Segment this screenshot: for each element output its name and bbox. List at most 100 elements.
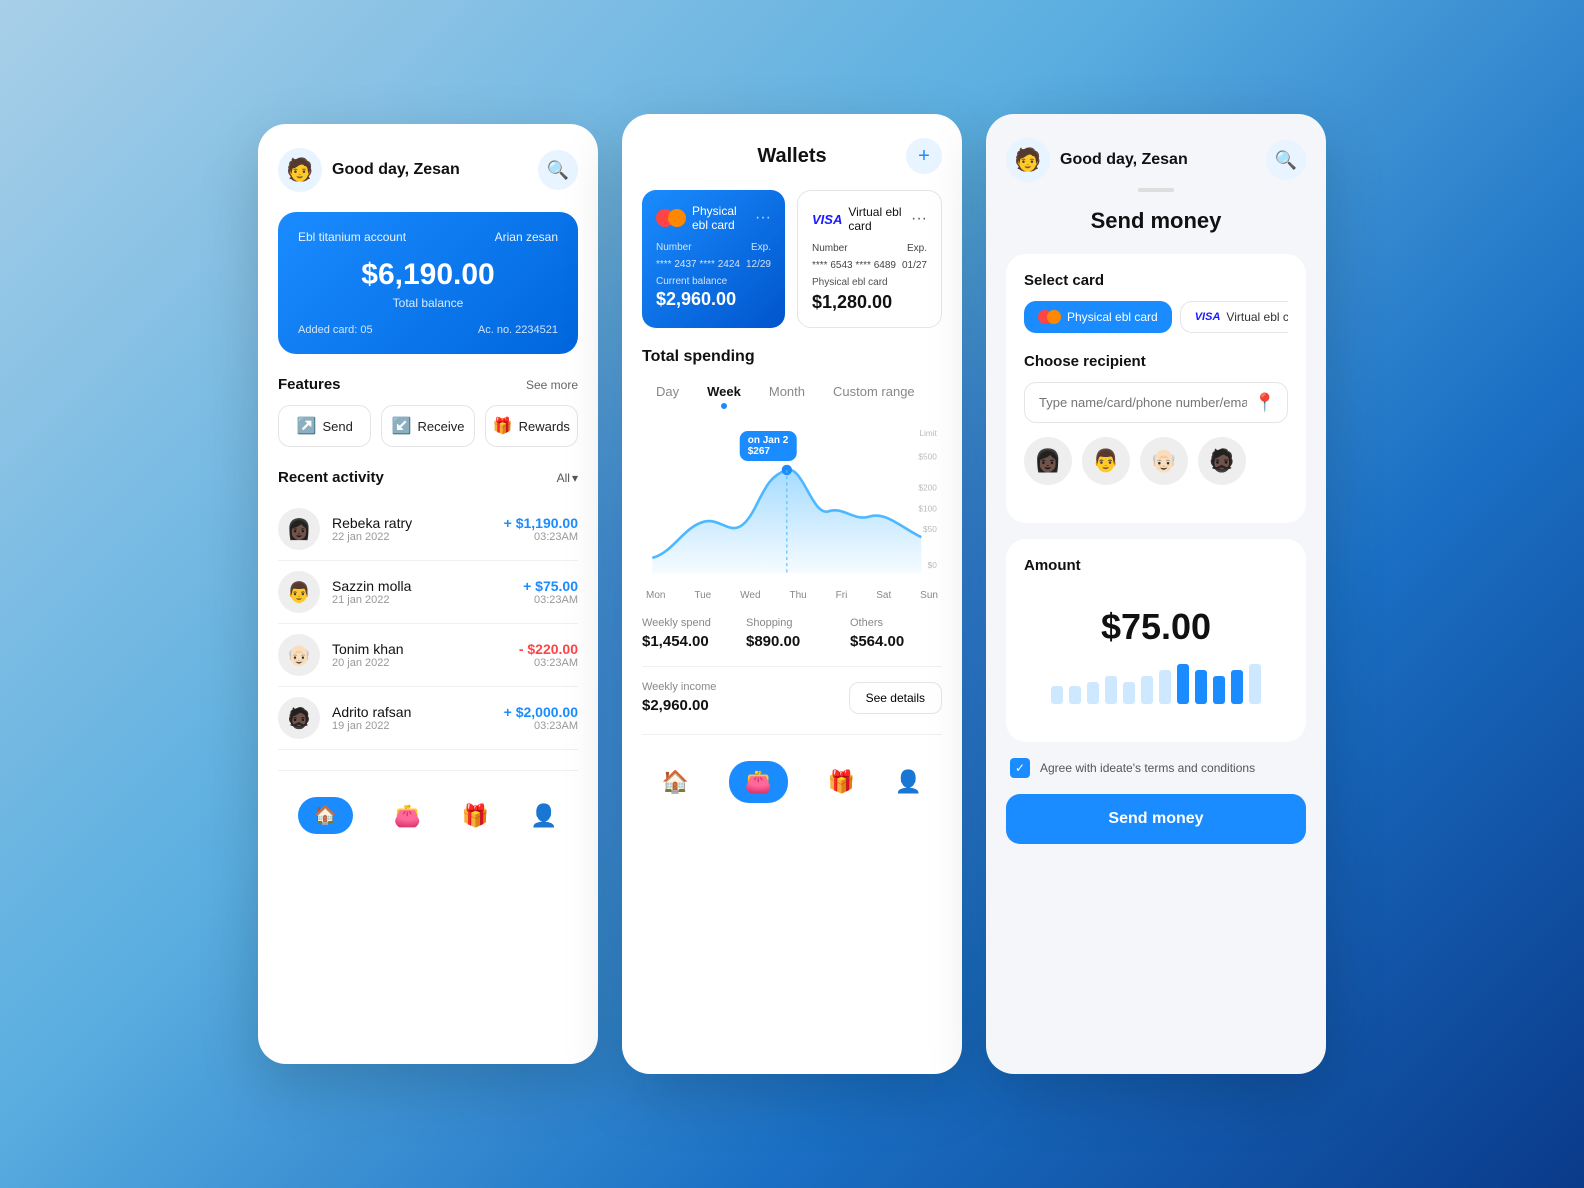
nav-gift-mid[interactable]: 🎁 [812,763,871,801]
time-tabs: Day Week Month Custom range [642,378,942,405]
profile-icon-mid: 👤 [895,769,922,795]
recipient-3[interactable]: 🧔🏿 [1198,437,1246,485]
svg-text:$500: $500 [918,453,937,462]
terms-checkbox[interactable]: ✓ [1010,758,1030,778]
physical-card-row2: **** 2437 **** 2424 12/29 [656,259,771,270]
receive-button[interactable]: ↙️ Receive [381,405,474,447]
amount-label: Amount [1024,557,1288,574]
svg-text:$50: $50 [923,525,937,534]
physical-wallet-card: Physical ebl card ··· Number Exp. **** 2… [642,190,785,328]
account-holder: Arian zesan [495,230,558,244]
recent-title: Recent activity [278,469,384,486]
activity-item-1: 👨 Sazzin molla 21 jan 2022 + $75.00 03:2… [278,561,578,624]
exp-label: Exp. [751,242,771,253]
avatar-right: 🧑 [1006,138,1050,182]
receive-label: Receive [417,419,464,434]
rewards-icon: 🎁 [493,416,513,436]
svg-text:Limit: Limit [919,429,937,438]
send-money-button[interactable]: Send money [1006,794,1306,844]
activity-filter[interactable]: All ▾ [557,471,578,485]
rewards-button[interactable]: 🎁 Rewards [485,405,578,447]
activity-avatar-1: 👨 [278,571,320,613]
amount-display: $75.00 [1024,586,1288,724]
stats-row: Weekly spend $1,454.00 Shopping $890.00 … [642,617,942,650]
tab-day[interactable]: Day [642,378,693,405]
weekly-spend-stat: Weekly spend $1,454.00 [642,617,734,650]
activity-name-3: Adrito rafsan [332,704,492,720]
nav-wallet-mid[interactable]: 👛 [713,755,804,809]
bar-6 [1159,670,1171,704]
spending-chart: on Jan 2$267 Limit $500 $200 $100 $50 $0 [642,421,942,601]
amount-bars [1044,664,1268,704]
tab-month[interactable]: Month [755,378,819,405]
weekly-spend-label: Weekly spend [642,617,734,629]
physical-exp: 12/29 [746,259,771,270]
bottom-nav-left: 🏠 👛 🎁 👤 [278,770,578,840]
nav-gift-left[interactable]: 🎁 [446,797,505,835]
activity-name-2: Tonim khan [332,641,507,657]
card-option-physical[interactable]: Physical ebl card [1024,301,1172,333]
user-info: 🧑 Good day, Zesan [278,148,460,192]
wallet-icon: 👛 [394,803,421,829]
see-more-features[interactable]: See more [526,378,578,392]
tab-custom[interactable]: Custom range [819,378,929,405]
recipient-input[interactable] [1024,382,1288,423]
amount-time-1: 03:23AM [523,594,578,606]
add-wallet-button[interactable]: + [906,138,942,174]
recipient-0[interactable]: 👩🏿 [1024,437,1072,485]
chart-labels: Mon Tue Wed Thu Fri Sat Sun [642,590,942,601]
activity-amount-0: + $1,190.00 03:23AM [504,515,578,543]
visa-icon: VISA [812,212,842,227]
nav-home-mid[interactable]: 🏠 [646,763,705,801]
rewards-label: Rewards [519,419,570,434]
virtual-card-menu[interactable]: ··· [911,210,927,228]
tab-week[interactable]: Week [693,378,755,405]
bar-7 [1177,664,1189,704]
select-card-label: Select card [1024,272,1288,289]
bar-3 [1105,676,1117,704]
mc-icon-small [1038,310,1061,324]
recipient-2[interactable]: 👴🏻 [1140,437,1188,485]
mid-card: Wallets + Physical ebl card ··· [622,114,962,1074]
number-label: Number [656,242,692,253]
income-val: $2,960.00 [642,697,716,714]
see-details-button[interactable]: See details [849,682,942,714]
activity-info-0: Rebeka ratry 22 jan 2022 [332,515,492,543]
activity-info-1: Sazzin molla 21 jan 2022 [332,578,511,606]
nav-wallet-left[interactable]: 👛 [378,797,437,835]
svg-text:$0: $0 [928,561,938,570]
send-button[interactable]: ↗️ Send [278,405,371,447]
home-icon-mid: 🏠 [662,769,689,795]
physical-card-menu[interactable]: ··· [755,209,771,227]
amount-value-2: - $220.00 [519,641,578,657]
search-button-left[interactable]: 🔍 [538,150,578,190]
activity-item-3: 🧔🏿 Adrito rafsan 19 jan 2022 + $2,000.00… [278,687,578,750]
activity-info-2: Tonim khan 20 jan 2022 [332,641,507,669]
recipient-input-wrapper: 📍 [1024,382,1288,423]
activity-header: Recent activity All ▾ [278,469,578,486]
activity-avatar-0: 👩🏿 [278,508,320,550]
recipient-label: Choose recipient [1024,353,1288,370]
recipient-1[interactable]: 👨 [1082,437,1130,485]
wallet-cards-row: Physical ebl card ··· Number Exp. **** 2… [642,190,942,328]
nav-home-left[interactable]: 🏠 [282,791,368,840]
bar-1 [1069,686,1081,704]
nav-profile-mid[interactable]: 👤 [879,763,938,801]
others-label: Others [850,617,942,629]
card-option-virtual[interactable]: VISA Virtual ebl card [1180,301,1288,333]
physical-balance: $2,960.00 [656,289,771,310]
right-header: 🧑 Good day, Zesan 🔍 [1006,138,1306,182]
activity-item-2: 👴🏻 Tonim khan 20 jan 2022 - $220.00 03:2… [278,624,578,687]
bar-11 [1249,664,1261,704]
others-val: $564.00 [850,633,942,650]
day-sat: Sat [876,590,891,601]
pin-icon: 📍 [1254,392,1276,413]
virtual-wallet-card: VISA Virtual ebl card ··· Number Exp. **… [797,190,942,328]
search-button-right[interactable]: 🔍 [1266,140,1306,180]
activity-item: 👩🏿 Rebeka ratry 22 jan 2022 + $1,190.00 … [278,498,578,561]
balance-amount: $6,190.00 [298,258,558,292]
virtual-card-type: Physical ebl card [812,277,927,288]
greeting-left: Good day, Zesan [332,161,460,179]
nav-profile-left[interactable]: 👤 [514,797,573,835]
wallets-header: Wallets + [642,138,942,174]
